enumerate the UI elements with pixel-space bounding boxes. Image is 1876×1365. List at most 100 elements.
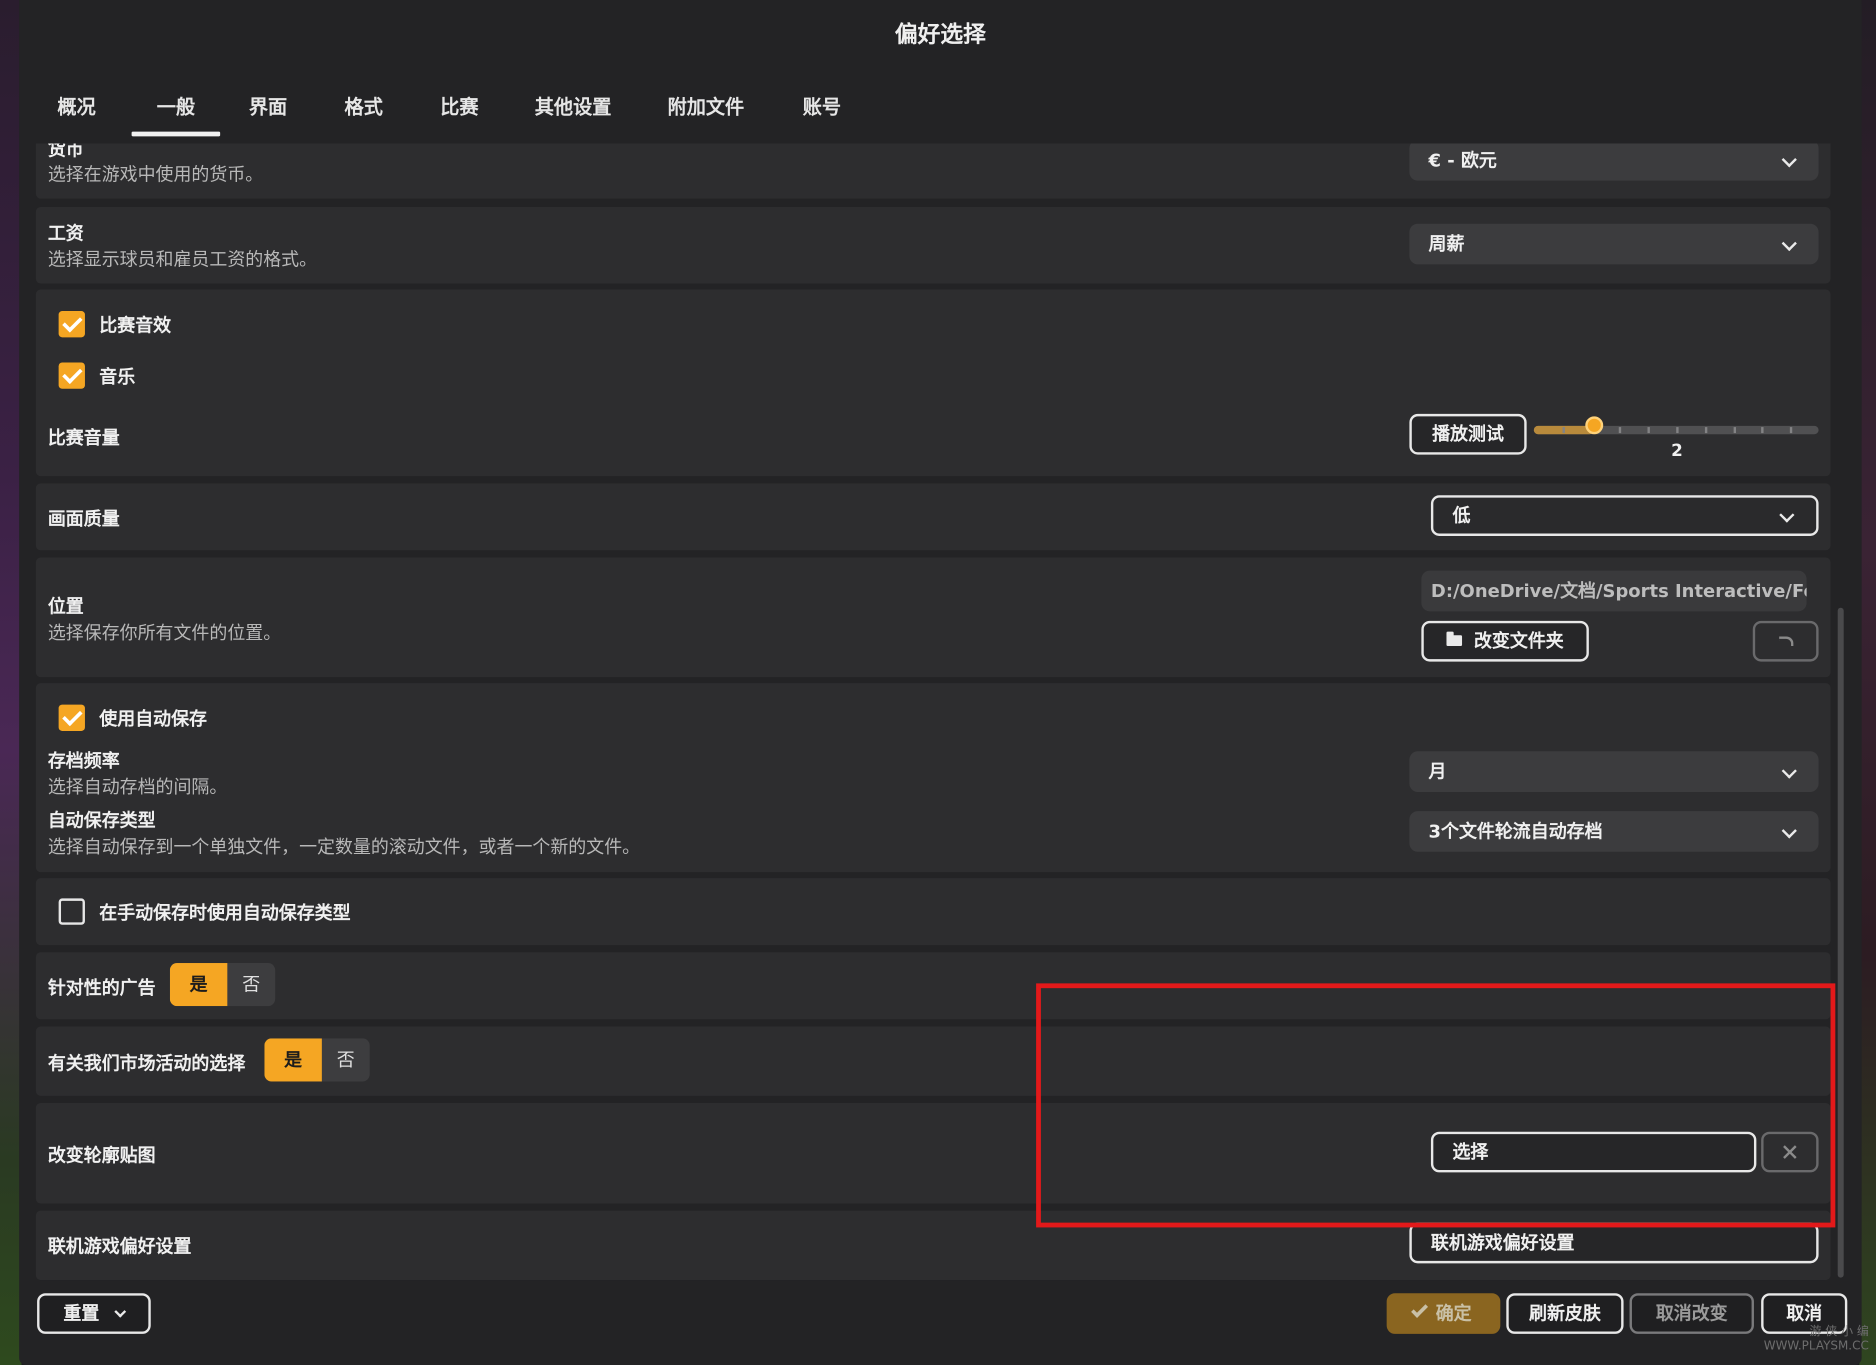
confirm-label: 确定 [1435, 1302, 1472, 1325]
volume-value: 2 [1671, 441, 1683, 461]
slider-knob[interactable] [1584, 416, 1603, 435]
autosave-frequency-description: 选择自动存档的间隔。 [47, 776, 228, 798]
autosave-type-label: 自动保存类型 [47, 809, 156, 832]
confirm-button[interactable]: 确定 [1386, 1293, 1501, 1334]
settings-scroll-area[interactable]: 货币 选择在游戏中使用的货币。 € - 欧元 工资 选择显示球员和雇员工资的格式… [19, 143, 1862, 1281]
background-artwork-right [1859, 0, 1876, 1365]
tab-account[interactable]: 账号 [802, 77, 843, 139]
slider-tick [1619, 427, 1622, 434]
watermark-line-1: 游 侠 小 编 [1809, 1325, 1869, 1339]
match-sfx-label: 比赛音效 [99, 314, 172, 337]
tab-other-settings[interactable]: 其他设置 [534, 77, 613, 139]
chevron-down-icon [1781, 235, 1797, 252]
save-path-field: D:/OneDrive/文档/Sports Interactive/Foot..… [1421, 570, 1807, 612]
wage-row: 工资 选择显示球员和雇员工资的格式。 周薪 [35, 206, 1831, 284]
slider-tick [1733, 427, 1736, 434]
reset-label: 重置 [63, 1302, 100, 1325]
chevron-down-icon [1781, 152, 1797, 168]
currency-description: 选择在游戏中使用的货币。 [47, 163, 264, 186]
scrollbar[interactable] [1837, 607, 1844, 1278]
slider-tick [1790, 427, 1793, 434]
music-checkbox[interactable] [58, 362, 85, 389]
autosave-panel: 使用自动保存 存档频率 选择自动存档的间隔。 月 自动保存类型 选择自动保存到一… [35, 683, 1831, 873]
targeted-ads-toggle: 是 否 [169, 963, 276, 1007]
autosave-type-value: 3个文件轮流自动存档 [1428, 820, 1603, 843]
match-sfx-checkbox[interactable] [58, 311, 85, 338]
wage-description: 选择显示球员和雇员工资的格式。 [47, 248, 318, 271]
match-volume-slider[interactable]: 2 [1533, 416, 1819, 469]
chevron-down-icon [1779, 507, 1795, 523]
slider-tick [1704, 427, 1708, 434]
autosave-frequency-value: 月 [1428, 760, 1447, 783]
tab-overview[interactable]: 概况 [57, 77, 95, 139]
targeted-ads-yes[interactable]: 是 [169, 963, 228, 1007]
tab-format[interactable]: 格式 [343, 77, 384, 139]
online-preferences-label: 联机游戏偏好设置 [47, 1235, 192, 1258]
currency-value: € - 欧元 [1428, 149, 1497, 172]
music-label: 音乐 [99, 366, 136, 388]
slider-tick [1676, 427, 1679, 434]
autosave-type-dropdown[interactable]: 3个文件轮流自动存档 [1409, 811, 1819, 852]
refresh-skin-button[interactable]: 刷新皮肤 [1506, 1293, 1624, 1334]
match-volume-label: 比赛音量 [47, 427, 120, 449]
slider-tick [1761, 427, 1765, 434]
location-description: 选择保存你所有文件的位置。 [47, 622, 282, 644]
slider-tick [1562, 427, 1565, 434]
manual-save-row: 在手动保存时使用自动保存类型 [35, 878, 1831, 946]
folder-icon [1446, 631, 1463, 647]
graphics-quality-dropdown[interactable]: 低 [1430, 495, 1819, 536]
tab-interface[interactable]: 界面 [248, 77, 289, 139]
clear-silhouette-button[interactable] [1761, 1131, 1819, 1173]
online-preferences-button[interactable]: 联机游戏偏好设置 [1409, 1222, 1819, 1264]
chevron-down-icon [114, 1305, 127, 1318]
wage-value: 周薪 [1428, 233, 1465, 255]
location-label: 位置 [47, 595, 84, 618]
online-preferences-row: 联机游戏偏好设置 联机游戏偏好设置 [35, 1210, 1831, 1281]
watermark-line-2: WWW.PLAYSM.CC [1763, 1339, 1869, 1354]
graphics-quality-label: 画面质量 [47, 508, 120, 530]
change-folder-button[interactable]: 改变文件夹 [1421, 620, 1589, 662]
chevron-down-icon [1781, 823, 1797, 839]
wage-dropdown[interactable]: 周薪 [1409, 223, 1819, 265]
autosave-type-description: 选择自动保存到一个单独文件，一定数量的滚动文件，或者一个新的文件。 [47, 836, 641, 858]
play-test-button[interactable]: 播放测试 [1409, 413, 1527, 455]
watermark: 游 侠 小 编 WWW.PLAYSM.CC [1749, 1326, 1869, 1362]
select-silhouette-button[interactable]: 选择 [1430, 1131, 1757, 1173]
marketing-no[interactable]: 否 [322, 1038, 370, 1081]
currency-row: 货币 选择在游戏中使用的货币。 € - 欧元 [35, 143, 1831, 199]
chevron-down-icon [1781, 763, 1797, 779]
graphics-quality-row: 画面质量 低 [35, 483, 1831, 551]
dialog-title: 偏好选择 [894, 21, 986, 48]
slider-tick [1647, 427, 1651, 434]
close-icon [1781, 1144, 1798, 1161]
marketing-label: 有关我们市场活动的选择 [47, 1052, 246, 1075]
autosave-frequency-dropdown[interactable]: 月 [1409, 751, 1819, 792]
tab-attachments[interactable]: 附加文件 [666, 77, 745, 139]
autosave-label: 使用自动保存 [99, 708, 208, 730]
undo-icon [1778, 636, 1793, 647]
tab-match[interactable]: 比赛 [439, 77, 480, 139]
marketing-toggle: 是 否 [264, 1038, 370, 1082]
currency-label: 货币 [47, 143, 84, 161]
autosave-frequency-label: 存档频率 [47, 750, 120, 772]
marketing-row: 有关我们市场活动的选择 是 否 [35, 1026, 1831, 1096]
targeted-ads-label: 针对性的广告 [47, 977, 156, 999]
tab-general[interactable]: 一般 [131, 77, 221, 139]
targeted-ads-row: 针对性的广告 是 否 [35, 952, 1831, 1020]
wage-label: 工资 [47, 222, 84, 245]
slider-track[interactable] [1533, 425, 1819, 435]
change-folder-label: 改变文件夹 [1473, 630, 1564, 652]
cancel-changes-button[interactable]: 取消改变 [1629, 1293, 1754, 1334]
manual-save-label: 在手动保存时使用自动保存类型 [99, 902, 351, 924]
autosave-checkbox[interactable] [58, 704, 85, 731]
reset-dropdown-button[interactable]: 重置 [37, 1293, 151, 1334]
targeted-ads-no[interactable]: 否 [227, 963, 275, 1006]
marketing-yes[interactable]: 是 [264, 1038, 322, 1082]
location-row: 位置 选择保存你所有文件的位置。 D:/OneDrive/文档/Sports I… [35, 557, 1831, 678]
reset-path-button[interactable] [1752, 620, 1819, 662]
silhouette-row: 改变轮廓贴图 选择 [35, 1103, 1831, 1204]
currency-dropdown[interactable]: € - 欧元 [1409, 143, 1819, 181]
checkmark-icon [1411, 1300, 1429, 1318]
manual-save-checkbox[interactable] [58, 898, 85, 925]
silhouette-label: 改变轮廓贴图 [47, 1144, 156, 1167]
